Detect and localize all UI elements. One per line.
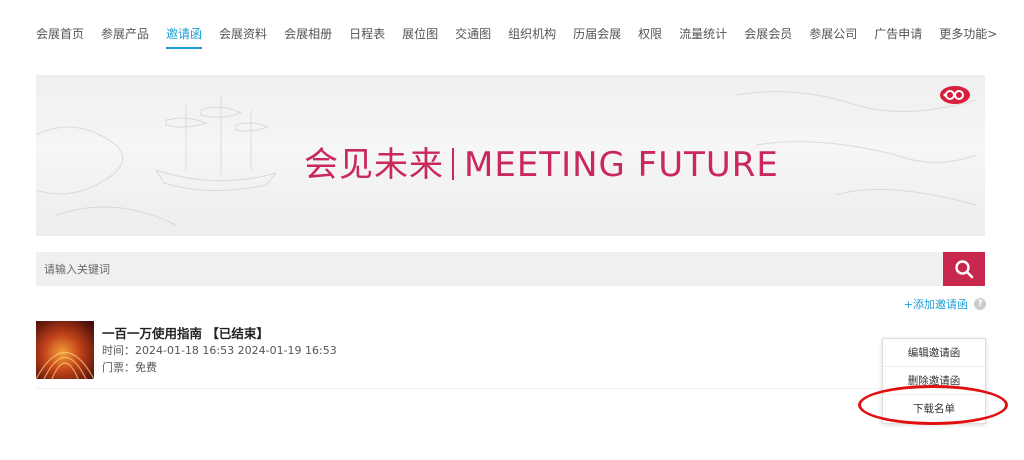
invitation-action-menu: 编辑邀请函 删除邀请函 下载名单 bbox=[882, 338, 986, 424]
banner: 会见未来 MEETING FUTURE bbox=[36, 75, 985, 236]
nav-item-materials[interactable]: 会展资料 bbox=[219, 26, 267, 47]
add-invitation-label: +添加邀请函 bbox=[903, 298, 968, 311]
nav-item-album[interactable]: 会展相册 bbox=[284, 26, 332, 47]
invitation-list-item: 一百一万使用指南 【已结束】 时间：2024-01-18 16:53 2024-… bbox=[36, 321, 985, 389]
search-input[interactable] bbox=[36, 252, 941, 286]
invitation-title[interactable]: 一百一万使用指南 【已结束】 bbox=[102, 323, 269, 342]
banner-title-divider bbox=[452, 147, 454, 180]
invitation-thumbnail[interactable] bbox=[36, 321, 94, 379]
nav-item-traffic-map[interactable]: 交通图 bbox=[455, 26, 491, 47]
search-icon bbox=[955, 260, 974, 279]
banner-title-en: MEETING FUTURE bbox=[464, 145, 779, 185]
search-bar bbox=[36, 252, 985, 286]
invitation-thumbnail-image bbox=[36, 321, 94, 379]
search-button[interactable] bbox=[943, 252, 985, 286]
nav-item-products[interactable]: 参展产品 bbox=[101, 26, 149, 47]
nav-item-organization[interactable]: 组织机构 bbox=[508, 26, 556, 47]
nav-item-permissions[interactable]: 权限 bbox=[638, 26, 662, 47]
nav-item-ad-request[interactable]: 广告申请 bbox=[874, 26, 922, 47]
nav-item-traffic-stats[interactable]: 流量统计 bbox=[679, 26, 727, 47]
delete-invitation-button[interactable]: 删除邀请函 bbox=[883, 367, 985, 395]
banner-title-cn: 会见未来 bbox=[304, 145, 444, 185]
nav-item-companies[interactable]: 参展公司 bbox=[809, 26, 857, 47]
edit-invitation-button[interactable]: 编辑邀请函 bbox=[883, 339, 985, 367]
nav-item-members[interactable]: 会展会员 bbox=[744, 26, 792, 47]
download-list-button[interactable]: 下载名单 bbox=[883, 395, 985, 423]
nav-item-invitation[interactable]: 邀请函 bbox=[166, 26, 203, 49]
nav-item-schedule[interactable]: 日程表 bbox=[349, 26, 385, 47]
banner-title: 会见未来 MEETING FUTURE bbox=[304, 137, 779, 186]
nav-item-home[interactable]: 会展首页 bbox=[36, 26, 84, 47]
add-invitation-link[interactable]: +添加邀请函 ? bbox=[904, 296, 986, 312]
nav-item-booth-map[interactable]: 展位图 bbox=[402, 26, 438, 47]
invitation-ticket: 门票：免费 bbox=[102, 361, 157, 374]
invitation-time: 时间：2024-01-18 16:53 2024-01-19 16:53 bbox=[102, 344, 337, 357]
nav-item-more[interactable]: 更多功能> bbox=[939, 26, 997, 47]
question-icon[interactable]: ? bbox=[974, 298, 986, 310]
nav-item-past-exhibitions[interactable]: 历届会展 bbox=[573, 26, 621, 47]
brand-logo-icon bbox=[940, 86, 970, 104]
top-nav: 会展首页 参展产品 邀请函 会展资料 会展相册 日程表 展位图 交通图 组织机构… bbox=[36, 26, 1014, 49]
